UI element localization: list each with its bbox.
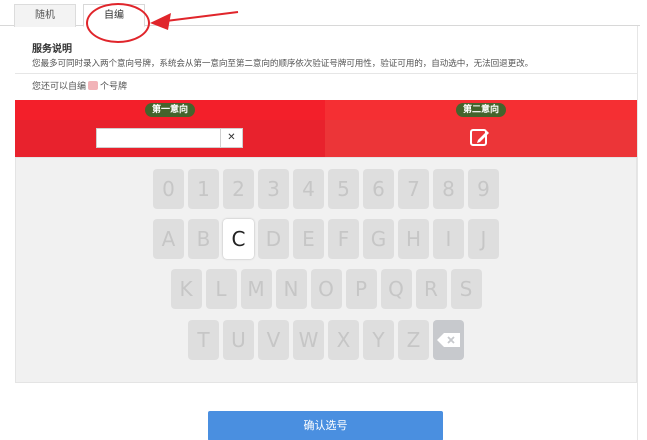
key-y[interactable]: Y — [363, 320, 394, 360]
key-x[interactable]: X — [328, 320, 359, 360]
key-c[interactable]: C — [223, 219, 254, 259]
annotation-arrow-icon — [150, 11, 239, 30]
key-m[interactable]: M — [240, 269, 272, 309]
key-g[interactable]: G — [363, 219, 394, 259]
key-row-k-s: KLMNOPQRS — [16, 269, 636, 309]
key-6[interactable]: 6 — [363, 169, 394, 209]
key-u[interactable]: U — [223, 320, 254, 360]
key-a[interactable]: A — [153, 219, 184, 259]
confirm-selection-button[interactable]: 确认选号 — [208, 411, 443, 440]
key-d[interactable]: D — [258, 219, 289, 259]
service-description-text: 您最多可同时录入两个意向号牌，系统会从第一意向至第二意向的顺序依次验证号牌可用性… — [32, 59, 534, 69]
key-s[interactable]: S — [450, 269, 482, 309]
first-intention-input[interactable] — [96, 128, 220, 148]
key-h[interactable]: H — [398, 219, 429, 259]
service-description-title: 服务说明 — [32, 44, 72, 55]
second-intention-label: 第二意向 — [455, 103, 507, 117]
remaining-hint: 您还可以自编 个号牌 — [32, 79, 127, 92]
edit-icon[interactable] — [469, 127, 491, 149]
key-k[interactable]: K — [170, 269, 202, 309]
key-b[interactable]: B — [188, 219, 219, 259]
key-p[interactable]: P — [345, 269, 377, 309]
key-z[interactable]: Z — [398, 320, 429, 360]
key-j[interactable]: J — [468, 219, 499, 259]
first-intention-panel: 第一意向 ✕ — [15, 100, 325, 157]
key-5[interactable]: 5 — [328, 169, 359, 209]
key-w[interactable]: W — [293, 320, 324, 360]
key-row-digits: 0123456789 — [16, 169, 636, 209]
clear-icon[interactable]: ✕ — [220, 128, 243, 148]
second-intention-header: 第二意向 — [325, 100, 637, 120]
right-border — [637, 26, 638, 440]
key-v[interactable]: V — [258, 320, 289, 360]
key-o[interactable]: O — [310, 269, 342, 309]
key-0[interactable]: 0 — [153, 169, 184, 209]
key-9[interactable]: 9 — [468, 169, 499, 209]
key-2[interactable]: 2 — [223, 169, 254, 209]
key-row-t-z: TUVWXYZ — [16, 320, 636, 360]
key-r[interactable]: R — [415, 269, 447, 309]
remaining-count-badge — [88, 81, 99, 90]
hint-before: 您还可以自编 — [32, 82, 87, 92]
backspace-icon[interactable] — [433, 320, 464, 360]
key-i[interactable]: I — [433, 219, 464, 259]
key-q[interactable]: Q — [380, 269, 412, 309]
first-intention-header: 第一意向 — [15, 100, 325, 120]
key-f[interactable]: F — [328, 219, 359, 259]
second-intention-panel[interactable]: 第二意向 — [325, 100, 637, 157]
key-4[interactable]: 4 — [293, 169, 324, 209]
key-l[interactable]: L — [205, 269, 237, 309]
key-1[interactable]: 1 — [188, 169, 219, 209]
key-8[interactable]: 8 — [433, 169, 464, 209]
hint-after: 个号牌 — [100, 82, 128, 92]
key-e[interactable]: E — [293, 219, 324, 259]
key-t[interactable]: T — [188, 320, 219, 360]
plate-keyboard: 0123456789 ABCDEFGHIJ KLMNOPQRS TUVWXYZ — [15, 157, 637, 383]
first-intention-label: 第一意向 — [144, 103, 196, 117]
key-n[interactable]: N — [275, 269, 307, 309]
key-7[interactable]: 7 — [398, 169, 429, 209]
divider — [15, 73, 637, 74]
key-3[interactable]: 3 — [258, 169, 289, 209]
key-row-a-j: ABCDEFGHIJ — [16, 219, 636, 259]
